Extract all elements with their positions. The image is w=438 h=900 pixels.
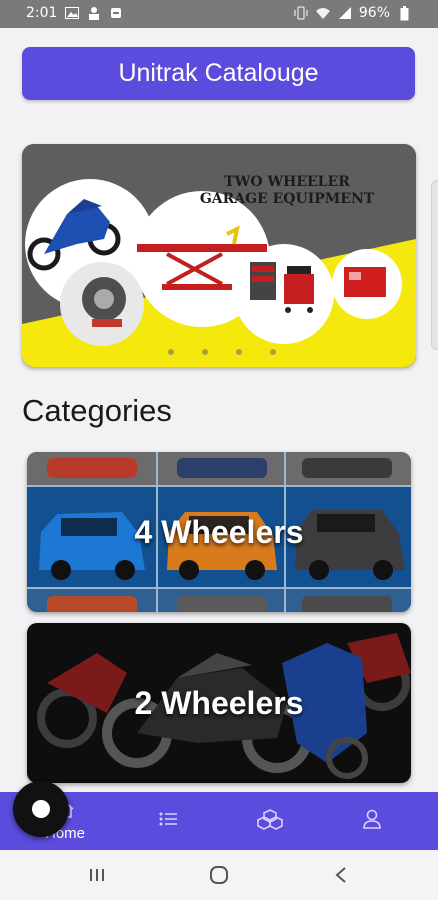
record-icon [32, 800, 50, 818]
gallery-icon [64, 5, 80, 21]
signal-icon [337, 5, 353, 21]
banner-title-line2: GARAGE EQUIPMENT [199, 191, 375, 207]
recent-apps-icon [90, 869, 104, 881]
recent-apps-button[interactable] [82, 862, 112, 888]
categories-heading: Categories [22, 393, 172, 428]
sync-icon [108, 5, 124, 21]
category-label: 4 Wheelers [134, 513, 304, 550]
back-icon [335, 867, 346, 883]
battery-icon [396, 5, 412, 21]
carousel-dot[interactable] [270, 349, 276, 355]
boxes-icon [257, 808, 283, 835]
system-navigation-bar [0, 850, 438, 900]
person-icon [86, 5, 102, 21]
vibrate-icon [293, 5, 309, 21]
nav-list[interactable] [140, 792, 196, 850]
category-card-4-wheelers[interactable]: 4 Wheelers [27, 452, 411, 612]
wifi-icon [315, 5, 331, 21]
list-icon [158, 811, 178, 832]
banner-title-line1: TWO WHEELER [224, 174, 350, 190]
category-label: 2 Wheelers [134, 684, 304, 721]
status-bar: 2:01 96% [0, 0, 438, 28]
carousel-indicator [168, 349, 276, 355]
home-system-button[interactable] [204, 862, 234, 888]
banner-title: TWO WHEELER GARAGE EQUIPMENT [172, 174, 402, 208]
home-circle-icon [210, 866, 228, 884]
status-time: 2:01 [26, 5, 58, 21]
floating-assist-button[interactable] [13, 781, 69, 837]
category-card-2-wheelers[interactable]: 2 Wheelers [27, 623, 411, 783]
next-banner-peek[interactable] [431, 180, 438, 350]
carousel-dot[interactable] [236, 349, 242, 355]
nav-products[interactable] [242, 792, 298, 850]
banner-carousel[interactable]: TWO WHEELER GARAGE EQUIPMENT [22, 144, 416, 367]
nav-profile[interactable] [344, 792, 400, 850]
carousel-dot[interactable] [168, 349, 174, 355]
battery-percent: 96% [358, 5, 390, 21]
back-button[interactable] [326, 862, 356, 888]
profile-icon [362, 809, 382, 834]
carousel-dot[interactable] [202, 349, 208, 355]
catalogue-title-button[interactable]: Unitrak Catalouge [22, 47, 415, 100]
